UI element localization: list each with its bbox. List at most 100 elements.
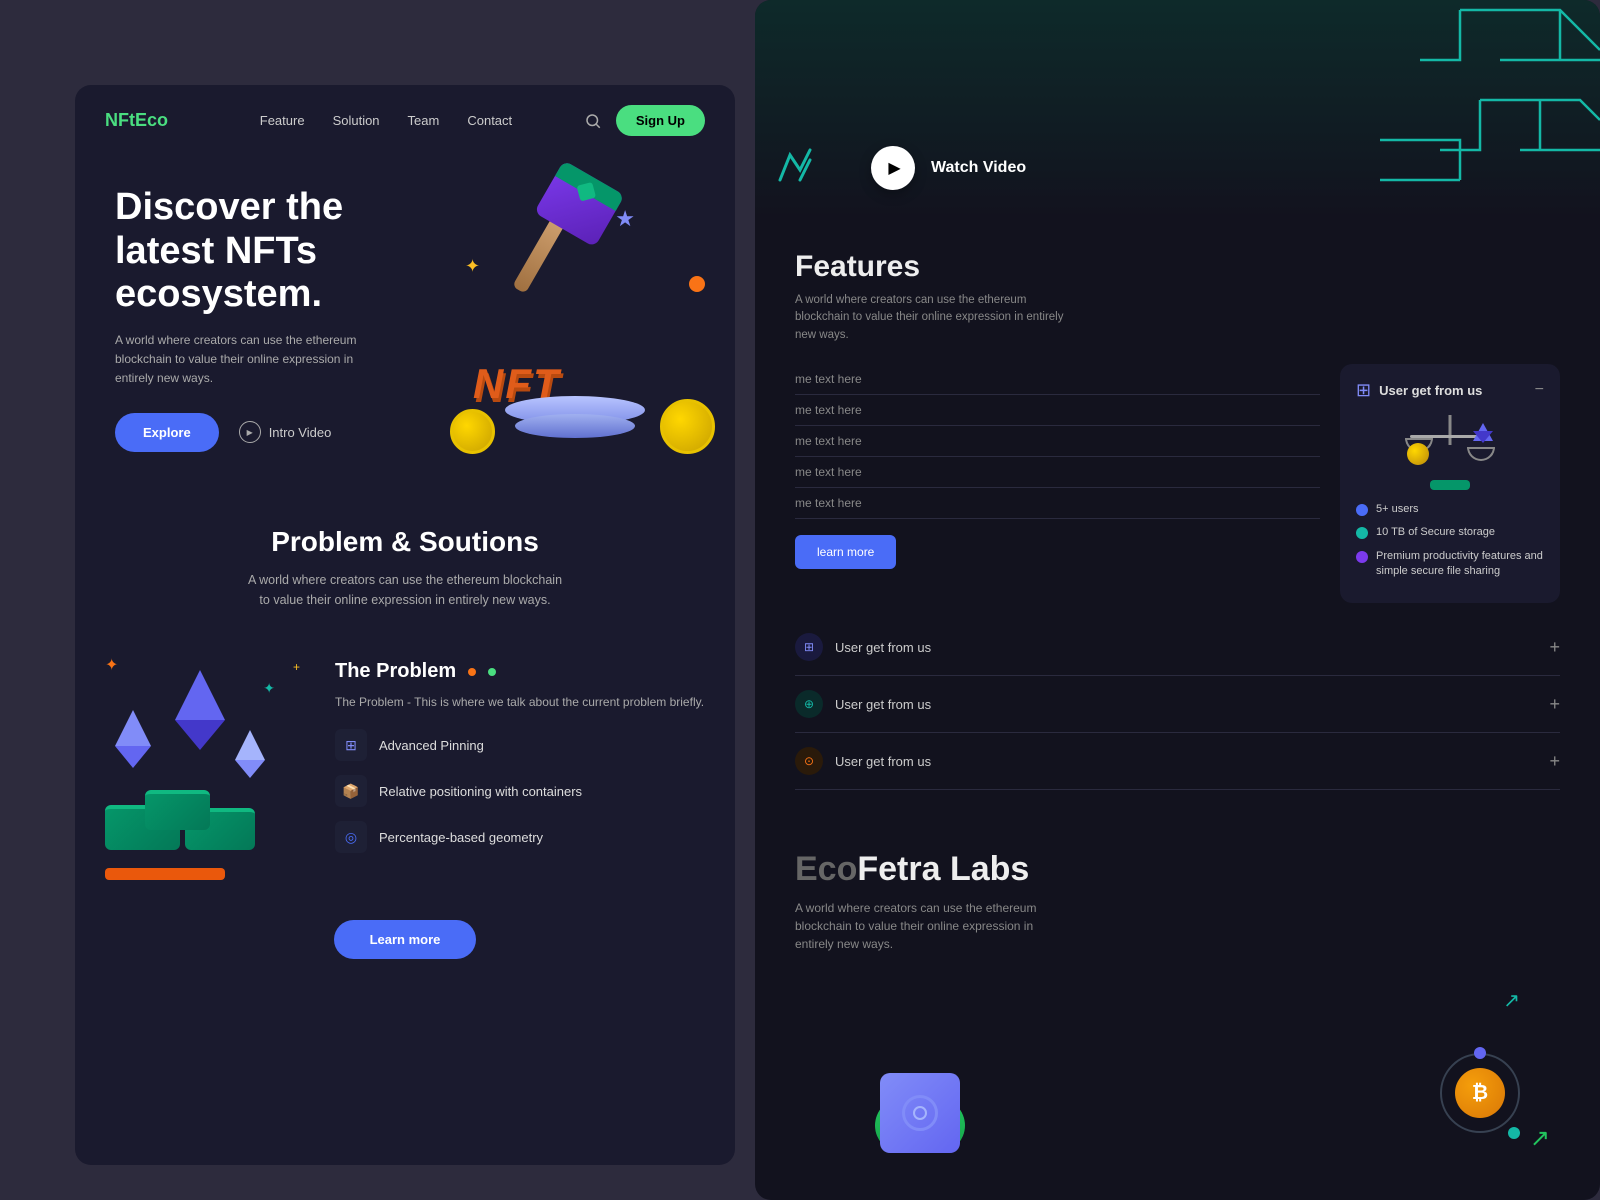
- cloud-visual: [875, 1098, 965, 1153]
- feature-text-4[interactable]: me text here: [795, 457, 1320, 488]
- feature-text-5[interactable]: me text here: [795, 488, 1320, 519]
- bitcoin-coin: ₿: [1455, 1068, 1505, 1118]
- feature-label-2: Relative positioning with containers: [379, 784, 582, 799]
- feature-text-1[interactable]: me text here: [795, 364, 1320, 395]
- problem-title: The Problem: [335, 660, 456, 683]
- minimize-button[interactable]: −: [1535, 381, 1544, 399]
- feature-card: ⊞ User get from us −: [1340, 364, 1560, 604]
- hero-section: Discover the latest NFTs ecosystem. A wo…: [75, 156, 735, 496]
- problem-title-row: The Problem: [335, 660, 715, 683]
- feature-card-header: ⊞ User get from us −: [1356, 380, 1544, 401]
- watch-video-area: ▶ Watch Video: [835, 146, 1026, 190]
- right-panel: ▶ Watch Video Features A world where cre…: [755, 0, 1600, 1200]
- search-icon[interactable]: [584, 112, 602, 130]
- hero-title: Discover the latest NFTs ecosystem.: [115, 186, 415, 317]
- play-circle-icon: ▶: [239, 421, 261, 443]
- dot-purple-icon: [1356, 551, 1368, 563]
- logo-suffix: Eco: [135, 110, 168, 130]
- nav-feature[interactable]: Feature: [260, 113, 305, 128]
- star-teal-icon: ✦: [263, 680, 275, 697]
- coin-2: [660, 399, 715, 454]
- teal-arrow-icon: ↗: [1503, 988, 1520, 1013]
- watch-video-play-button[interactable]: ▶: [871, 146, 915, 190]
- problem-brief: The Problem - This is where we talk abou…: [335, 693, 715, 711]
- nav-solution[interactable]: Solution: [333, 113, 380, 128]
- features-learn-more-button[interactable]: learn more: [795, 535, 896, 569]
- feature-icon-2: 📦: [335, 775, 367, 807]
- feature-label-1: Advanced Pinning: [379, 738, 484, 753]
- accordion-left-2: ⊕ User get from us: [795, 690, 931, 718]
- ecofetra-description: A world where creators can use the ether…: [795, 899, 1075, 953]
- ethereum-visual: ✦ ✦ +: [95, 650, 315, 880]
- dot-green: [488, 668, 496, 676]
- logo[interactable]: NFtEco: [105, 110, 168, 131]
- signup-button[interactable]: Sign Up: [616, 105, 705, 136]
- ecofetra-section: EcoFetra Labs A world where creators can…: [755, 820, 1600, 1183]
- feature-icon-1: ⊞: [335, 729, 367, 761]
- orbit-dot-2: [1508, 1127, 1520, 1139]
- accordion-left-1: ⊞ User get from us: [795, 633, 931, 661]
- navbar: NFtEco Feature Solution Team Contact Sig…: [75, 85, 735, 156]
- card-title: User get from us: [1379, 383, 1482, 398]
- features-title: Features: [795, 250, 1560, 284]
- platform-visual: [495, 396, 655, 446]
- eth-diamond-1b: [175, 720, 225, 750]
- accordion-item-3[interactable]: ⊙ User get from us +: [795, 733, 1560, 790]
- dot-teal-icon: [1356, 527, 1368, 539]
- accordion-item-1[interactable]: ⊞ User get from us +: [795, 619, 1560, 676]
- card-feature-text-2: 10 TB of Secure storage: [1376, 525, 1495, 540]
- intro-video-button[interactable]: ▶ Intro Video: [239, 421, 332, 443]
- nav-contact[interactable]: Contact: [467, 113, 512, 128]
- nav-team[interactable]: Team: [408, 113, 440, 128]
- features-list: me text here me text here me text here m…: [795, 364, 1320, 604]
- accordion-title-1: User get from us: [835, 640, 931, 655]
- accordion-icon-2: ⊕: [795, 690, 823, 718]
- orange-base: [105, 868, 225, 880]
- features-section: Features A world where creators can use …: [755, 220, 1600, 820]
- logo-prefix: NFt: [105, 110, 135, 130]
- dot-orange: [468, 668, 476, 676]
- eth-diamond-1: [175, 670, 225, 720]
- feature-label-3: Percentage-based geometry: [379, 830, 543, 845]
- play-icon: ▶: [888, 158, 900, 178]
- card-feature-text-3: Premium productivity features and simple…: [1376, 549, 1544, 580]
- feature-text-3[interactable]: me text here: [795, 426, 1320, 457]
- explore-button[interactable]: Explore: [115, 413, 219, 452]
- accordion-item-2[interactable]: ⊕ User get from us +: [795, 676, 1560, 733]
- problem-content: ✦ ✦ + The Problem The Problem - This is: [75, 630, 735, 900]
- nav-links: Feature Solution Team Contact: [218, 113, 554, 128]
- card-feature-3: Premium productivity features and simple…: [1356, 549, 1544, 580]
- left-panel: NFtEco Feature Solution Team Contact Sig…: [75, 85, 735, 1165]
- card-feature-text-1: 5+ users: [1376, 502, 1419, 517]
- green-arrow-icon: ↗: [1530, 1124, 1550, 1153]
- features-layout: me text here me text here me text here m…: [795, 364, 1560, 604]
- card-feature-1: 5+ users: [1356, 502, 1544, 517]
- orange-dot-decoration: [689, 276, 705, 292]
- star-orange-icon: ✦: [105, 655, 118, 675]
- accordion-icon-1: ⊞: [795, 633, 823, 661]
- ecofetra-title: EcoFetra Labs: [795, 850, 1560, 889]
- accordion-toggle-1[interactable]: +: [1549, 637, 1560, 658]
- fetra-labs-text: Fetra Labs: [857, 850, 1029, 888]
- geo-lines-svg: [1180, 0, 1600, 200]
- eth-diamond-2: [115, 710, 151, 746]
- teal-logo-icon: [775, 145, 825, 192]
- accordion-left-3: ⊙ User get from us: [795, 747, 931, 775]
- accordion-toggle-3[interactable]: +: [1549, 751, 1560, 772]
- accordion-title-2: User get from us: [835, 697, 931, 712]
- card-feature-2: 10 TB of Secure storage: [1356, 525, 1544, 540]
- problem-text: The Problem The Problem - This is where …: [335, 650, 715, 867]
- feature-icon-3: ◎: [335, 821, 367, 853]
- accordion-title-3: User get from us: [835, 754, 931, 769]
- learn-more-button[interactable]: Learn more: [334, 920, 477, 959]
- eco-grey-text: Eco: [795, 850, 857, 888]
- feature-text-2[interactable]: me text here: [795, 395, 1320, 426]
- feature-item-2: 📦 Relative positioning with containers: [335, 775, 715, 807]
- accordion-toggle-2[interactable]: +: [1549, 694, 1560, 715]
- eth-diamond-2b: [115, 746, 151, 768]
- card-icon: ⊞: [1356, 380, 1371, 401]
- hero-nft-image: ✦ ★ N: [435, 156, 715, 456]
- dot-blue-icon: [1356, 504, 1368, 516]
- eth-diamond-3b: [235, 760, 265, 778]
- safe-box: [880, 1073, 960, 1153]
